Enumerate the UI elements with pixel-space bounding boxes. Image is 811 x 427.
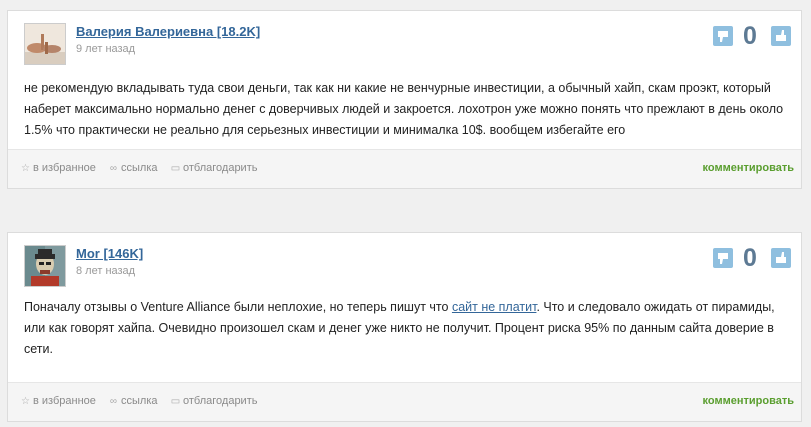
- vote-widget: 0: [713, 243, 791, 273]
- comment-text-start: Поначалу отзывы о Venture Alliance были …: [24, 300, 452, 314]
- vote-score: 0: [743, 22, 757, 50]
- thank-button[interactable]: ▭ отблагодарить: [170, 162, 258, 175]
- favorite-button[interactable]: ☆ в избранное: [20, 395, 96, 408]
- favorite-label: в избранное: [33, 162, 96, 174]
- favorite-button[interactable]: ☆ в избранное: [20, 162, 96, 175]
- comment-date: 8 лет назад: [76, 265, 136, 277]
- thumbs-up-icon[interactable]: [771, 248, 791, 268]
- comment-text: Поначалу отзывы о Venture Alliance были …: [24, 297, 789, 360]
- vote-score: 0: [743, 244, 757, 272]
- link-label: ссылка: [121, 162, 158, 174]
- thumbs-up-icon[interactable]: [771, 26, 791, 46]
- author-link[interactable]: Mor [146K]: [76, 246, 143, 261]
- vote-widget: 0: [713, 21, 791, 51]
- star-icon: ☆: [21, 396, 30, 407]
- chain-link-icon: ∞: [109, 396, 118, 407]
- gift-icon: ▭: [170, 396, 181, 407]
- thank-label: отблагодарить: [183, 162, 258, 174]
- comment-text: не рекомендую вкладывать туда свои деньг…: [24, 81, 784, 137]
- link-button[interactable]: ∞ ссылка: [108, 395, 158, 408]
- comment-card: Mor [146K] 8 лет назад 0 Поначалу отзывы…: [7, 232, 802, 422]
- thumbs-down-icon[interactable]: [713, 248, 733, 268]
- comment-card: Валерия Валериевна [18.2K] 9 лет назад 0…: [7, 10, 802, 189]
- chain-link-icon: ∞: [109, 163, 118, 174]
- favorite-label: в избранное: [33, 395, 96, 407]
- comment-button[interactable]: комментировать: [703, 162, 794, 174]
- avatar[interactable]: [24, 23, 66, 65]
- comment-footer: ☆ в избранное ∞ ссылка ▭ отблагодарить комм…: [8, 149, 801, 188]
- comment-date: 9 лет назад: [76, 43, 136, 55]
- avatar[interactable]: [24, 245, 66, 287]
- inline-link[interactable]: сайт не платит: [452, 300, 537, 314]
- star-icon: ☆: [21, 163, 30, 174]
- author-link[interactable]: Валерия Валериевна [18.2K]: [76, 24, 260, 39]
- thank-label: отблагодарить: [183, 395, 258, 407]
- comment-button[interactable]: комментировать: [703, 395, 794, 407]
- comment-footer: ☆ в избранное ∞ ссылка ▭ отблагодарить комм…: [8, 382, 801, 421]
- thumbs-down-icon[interactable]: [713, 26, 733, 46]
- thank-button[interactable]: ▭ отблагодарить: [170, 395, 258, 408]
- link-label: ссылка: [121, 395, 158, 407]
- link-button[interactable]: ∞ ссылка: [108, 162, 158, 175]
- gift-icon: ▭: [170, 163, 181, 174]
